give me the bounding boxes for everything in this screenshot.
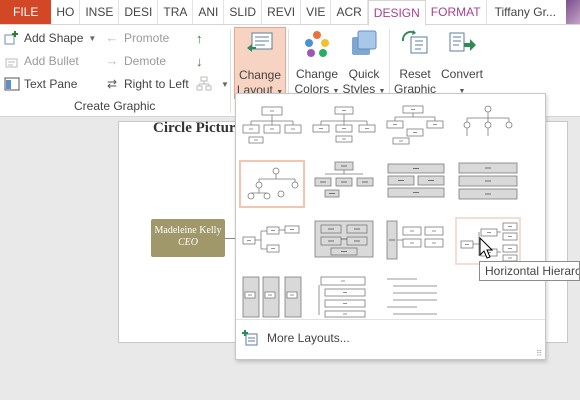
layout-thumbnail[interactable] [455,103,521,151]
group-separator [230,29,231,113]
change-layout-label-1: Change [238,68,282,82]
tab-review[interactable]: REVI [262,0,302,24]
layout-thumbnail[interactable] [383,217,449,265]
org-chart-node[interactable]: Madeleine Kelly CEO [151,219,225,257]
layout-thumbnail[interactable] [455,160,521,208]
tab-animations[interactable]: ANI [193,0,225,24]
text-pane-button[interactable]: Text Pane [4,74,77,94]
promote-button[interactable]: ← Promote [104,28,170,48]
tab-file[interactable]: FILE [0,0,52,24]
layout-thumbnail[interactable] [311,217,377,265]
chevron-down-icon: ▼ [88,33,97,43]
reset-graphic-label-1: Reset [399,67,431,81]
layout-gallery-icon [247,32,273,52]
layout-thumbnail[interactable] [239,274,305,322]
convert-button[interactable]: Convert ▼ [438,27,486,97]
move-down-button[interactable]: ↓ [196,51,203,71]
quick-styles-label-1: Quick [348,67,380,81]
org-layout-icon [196,76,212,91]
change-colors-button[interactable]: Change Colors ▼ [292,27,342,97]
node-name: Madeleine Kelly [154,225,222,236]
layout-thumbnail[interactable] [311,103,377,151]
layout-thumbnail[interactable] [239,160,305,208]
promote-arrow-icon: ← [105,30,119,45]
tab-smartart-format[interactable]: FORMAT [426,0,487,24]
user-name[interactable]: Tiffany Gr... [487,0,561,24]
up-arrow-icon: ↑ [196,30,203,46]
layout-thumbnail[interactable] [239,103,305,151]
text-pane-label: Text Pane [24,77,78,91]
demote-label: Demote [124,54,167,68]
tab-transitions[interactable]: TRA [158,0,194,24]
promote-label: Promote [124,31,170,45]
right-to-left-label: Right to Left [124,77,189,91]
more-layouts-icon [242,330,258,346]
layout-button[interactable]: ▼ [196,74,229,94]
mouse-cursor-icon [479,237,493,259]
tab-smartart-design[interactable]: DESIGN [367,0,426,26]
text-pane-icon [4,77,20,91]
add-bullet-icon [5,58,18,68]
tab-design-theme[interactable]: DESI [119,0,159,24]
layout-thumbnail[interactable] [239,217,305,265]
more-layouts-label: More Layouts... [267,331,350,345]
demote-arrow-icon: → [105,53,119,68]
move-up-button[interactable]: ↑ [196,28,203,48]
right-to-left-icon: ⇄ [106,77,118,91]
add-shape-button[interactable]: Add Shape ▼ [4,28,96,48]
tab-acrobat[interactable]: ACR [331,0,368,24]
slide-title[interactable]: Circle Picture [153,120,242,137]
create-graphic-group-label: Create Graphic [74,99,156,113]
color-palette-icon [305,31,329,57]
change-layout-button[interactable]: Change Layout ▼ [234,27,286,99]
convert-icon [449,32,476,52]
add-bullet-label: Add Bullet [24,54,79,68]
layout-gallery-dropdown: More Layouts... ⠿ [235,93,546,360]
ribbon-tab-bar: FILE HO INSE DESI TRA ANI SLID REVI VIE … [0,0,580,26]
convert-label: Convert [440,67,484,81]
change-colors-label-1: Change [295,67,339,81]
right-to-left-button[interactable]: ⇄ Right to Left [104,74,189,94]
layout-tooltip: Horizontal Hierarchy [479,261,580,281]
reset-graphic-button[interactable]: Reset Graphic [392,27,438,97]
quick-styles-icon [352,30,377,55]
tab-view[interactable]: VIE [301,0,332,24]
layout-thumbnail[interactable] [383,160,449,208]
layout-thumbnail[interactable] [311,274,377,322]
add-shape-icon [4,31,18,45]
resize-grip-icon[interactable]: ⠿ [536,349,542,358]
tab-home[interactable]: HO [51,0,81,24]
down-arrow-icon: ↓ [196,53,203,69]
reset-graphic-icon [401,30,428,54]
avatar[interactable] [566,0,580,24]
more-layouts-item[interactable]: More Layouts... ⠿ [236,319,545,360]
chevron-down-icon: ▼ [221,79,229,89]
node-role: CEO [178,237,198,248]
add-shape-label: Add Shape [24,31,84,45]
quick-styles-button[interactable]: Quick Styles ▼ [342,27,386,97]
add-bullet-button[interactable]: Add Bullet [4,51,79,71]
layout-thumbnail[interactable] [383,103,449,151]
demote-button[interactable]: → Demote [104,51,167,71]
layout-thumbnail[interactable] [311,160,377,208]
layout-thumbnail[interactable] [383,274,449,322]
tab-insert[interactable]: INSE [80,0,120,24]
tab-slide-show[interactable]: SLID [224,0,263,24]
